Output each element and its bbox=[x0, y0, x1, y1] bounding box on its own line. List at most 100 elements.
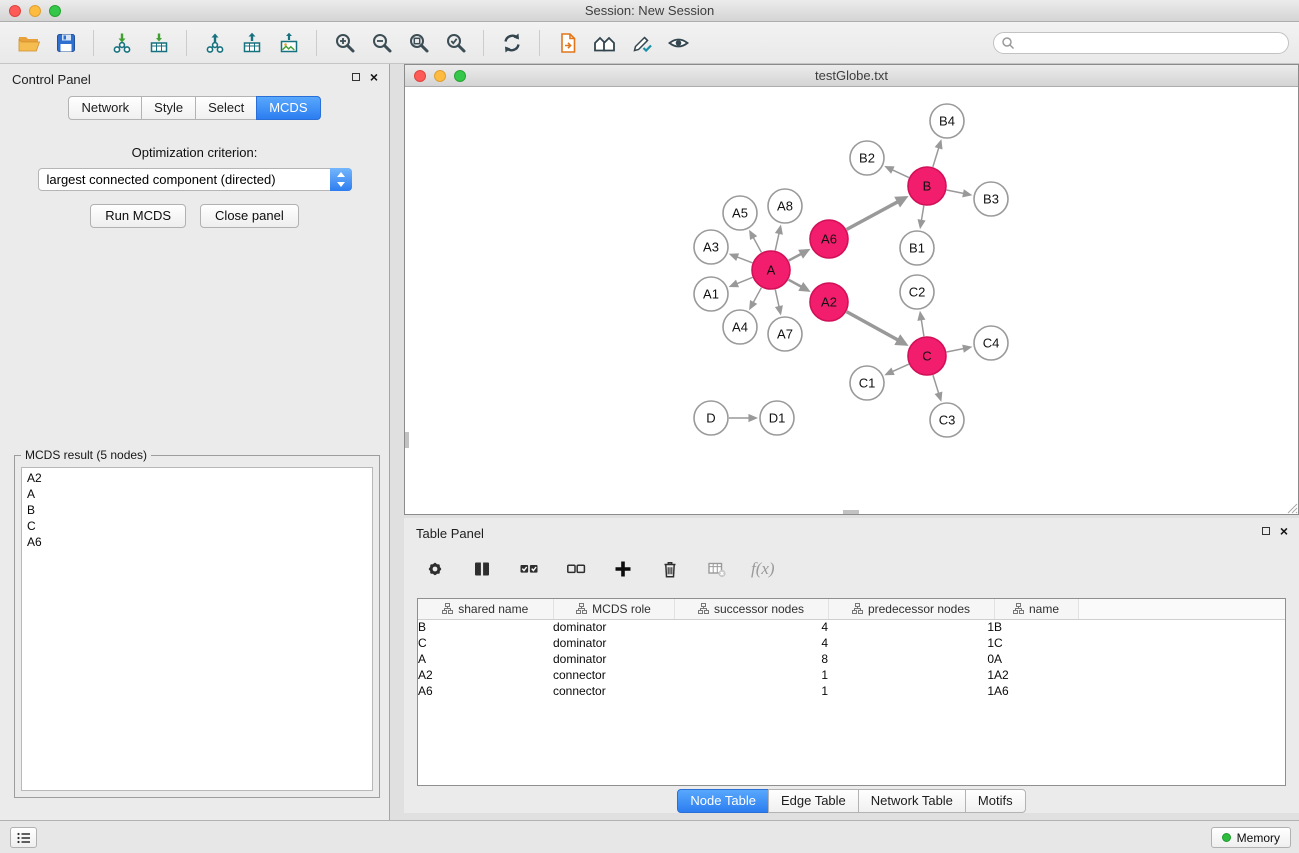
table-row[interactable]: Adominator80A bbox=[418, 651, 1285, 667]
delete-table-button[interactable] bbox=[704, 556, 730, 582]
network-edge[interactable] bbox=[775, 290, 779, 308]
network-edge[interactable] bbox=[921, 206, 923, 221]
table-cell[interactable]: 1 bbox=[828, 635, 994, 651]
network-node-C3[interactable]: C3 bbox=[930, 403, 964, 437]
zoom-fit-button[interactable] bbox=[400, 26, 437, 60]
network-edge[interactable] bbox=[921, 319, 924, 336]
table-cell[interactable]: 4 bbox=[674, 619, 828, 635]
import-network-button[interactable] bbox=[103, 26, 140, 60]
network-node-C2[interactable]: C2 bbox=[900, 275, 934, 309]
table-cell[interactable]: C bbox=[418, 635, 553, 651]
resize-grip-icon[interactable] bbox=[1285, 501, 1298, 514]
network-node-C4[interactable]: C4 bbox=[974, 326, 1008, 360]
save-session-button[interactable] bbox=[47, 26, 84, 60]
table-cell[interactable]: 1 bbox=[828, 683, 994, 699]
select-all-button[interactable] bbox=[516, 556, 542, 582]
table-cell[interactable]: 4 bbox=[674, 635, 828, 651]
function-builder-button[interactable]: f(x) bbox=[751, 556, 775, 582]
table-cell[interactable]: dominator bbox=[553, 619, 674, 635]
network-edge[interactable] bbox=[847, 202, 898, 230]
table-cell[interactable]: A6 bbox=[994, 683, 1078, 699]
network-node-A4[interactable]: A4 bbox=[723, 310, 757, 344]
mcds-result-item[interactable]: A6 bbox=[22, 534, 372, 550]
column-header-predecessor-nodes[interactable]: predecessor nodes bbox=[828, 599, 994, 619]
network-node-B1[interactable]: B1 bbox=[900, 231, 934, 265]
tab-style[interactable]: Style bbox=[141, 96, 196, 120]
mcds-result-item[interactable]: B bbox=[22, 502, 372, 518]
criterion-dropdown[interactable]: largest connected component (directed) bbox=[38, 168, 352, 191]
network-minimize-button[interactable] bbox=[434, 70, 446, 82]
table-row[interactable]: Cdominator41C bbox=[418, 635, 1285, 651]
column-header-successor-nodes[interactable]: successor nodes bbox=[674, 599, 828, 619]
export-table-button[interactable] bbox=[233, 26, 270, 60]
table-cell[interactable]: C bbox=[994, 635, 1078, 651]
network-edge[interactable] bbox=[737, 277, 753, 283]
table-cell[interactable]: 8 bbox=[674, 651, 828, 667]
table-cell[interactable]: 1 bbox=[828, 619, 994, 635]
tab-network-table[interactable]: Network Table bbox=[858, 789, 966, 813]
network-node-A2[interactable]: A2 bbox=[810, 283, 848, 321]
table-cell[interactable]: connector bbox=[553, 667, 674, 683]
network-node-C1[interactable]: C1 bbox=[850, 366, 884, 400]
export-network-button[interactable] bbox=[196, 26, 233, 60]
network-edge[interactable] bbox=[892, 170, 909, 178]
network-canvas[interactable]: B4B2BB3A8A5A6B1A3AC2A1A2A4A7CC4C1C3DD1 bbox=[405, 87, 1298, 514]
zoom-out-button[interactable] bbox=[363, 26, 400, 60]
refresh-network-button[interactable] bbox=[493, 26, 530, 60]
close-table-panel-icon[interactable]: × bbox=[1280, 526, 1288, 536]
table-cell[interactable]: connector bbox=[553, 683, 674, 699]
network-node-B3[interactable]: B3 bbox=[974, 182, 1008, 216]
close-panel-button[interactable]: Close panel bbox=[200, 204, 299, 228]
show-columns-button[interactable] bbox=[469, 556, 495, 582]
minimize-window-button[interactable] bbox=[29, 5, 41, 17]
toggle-details-button[interactable] bbox=[660, 26, 697, 60]
network-node-D1[interactable]: D1 bbox=[760, 401, 794, 435]
mcds-result-list[interactable]: A2ABCA6 bbox=[21, 467, 373, 791]
tab-network[interactable]: Network bbox=[68, 96, 142, 120]
network-view[interactable]: B4B2BB3A8A5A6B1A3AC2A1A2A4A7CC4C1C3DD1 bbox=[405, 87, 1298, 514]
task-history-button[interactable] bbox=[10, 827, 37, 848]
tab-motifs[interactable]: Motifs bbox=[965, 789, 1026, 813]
network-node-A7[interactable]: A7 bbox=[768, 317, 802, 351]
network-node-A6[interactable]: A6 bbox=[810, 220, 848, 258]
network-edge[interactable] bbox=[737, 257, 753, 263]
memory-button[interactable]: Memory bbox=[1211, 827, 1291, 848]
table-settings-button[interactable] bbox=[422, 556, 448, 582]
table-row[interactable]: A2connector11A2 bbox=[418, 667, 1285, 683]
zoom-in-button[interactable] bbox=[326, 26, 363, 60]
delete-column-button[interactable] bbox=[657, 556, 683, 582]
network-close-button[interactable] bbox=[414, 70, 426, 82]
table-cell[interactable]: A2 bbox=[418, 667, 553, 683]
mcds-result-item[interactable]: A2 bbox=[22, 470, 372, 486]
network-node-C[interactable]: C bbox=[908, 337, 946, 375]
network-window-titlebar[interactable]: testGlobe.txt bbox=[405, 65, 1298, 87]
table-cell[interactable]: A6 bbox=[418, 683, 553, 699]
network-edge[interactable] bbox=[753, 288, 761, 303]
network-edge[interactable] bbox=[933, 147, 939, 167]
column-header-shared-name[interactable]: shared name bbox=[418, 599, 553, 619]
bottom-divider-nub[interactable] bbox=[843, 510, 859, 514]
network-node-A3[interactable]: A3 bbox=[694, 230, 728, 264]
table-cell[interactable]: A2 bbox=[994, 667, 1078, 683]
network-edge[interactable] bbox=[947, 190, 964, 194]
network-node-B[interactable]: B bbox=[908, 167, 946, 205]
network-edge[interactable] bbox=[789, 254, 802, 261]
tab-edge-table[interactable]: Edge Table bbox=[768, 789, 859, 813]
style-edit-button[interactable] bbox=[623, 26, 660, 60]
table-row[interactable]: A6connector11A6 bbox=[418, 683, 1285, 699]
import-table-button[interactable] bbox=[140, 26, 177, 60]
network-node-A5[interactable]: A5 bbox=[723, 196, 757, 230]
network-edge[interactable] bbox=[933, 375, 939, 394]
overview-button[interactable] bbox=[586, 26, 623, 60]
network-node-B4[interactable]: B4 bbox=[930, 104, 964, 138]
search-input[interactable] bbox=[993, 32, 1289, 54]
network-edge[interactable] bbox=[847, 312, 899, 340]
network-node-D[interactable]: D bbox=[694, 401, 728, 435]
table-cell[interactable]: A bbox=[994, 651, 1078, 667]
network-edge[interactable] bbox=[892, 364, 909, 371]
left-divider-nub[interactable] bbox=[405, 432, 409, 448]
network-edge[interactable] bbox=[947, 348, 964, 352]
table-cell[interactable]: 1 bbox=[674, 683, 828, 699]
table-cell[interactable]: 1 bbox=[828, 667, 994, 683]
add-column-button[interactable] bbox=[610, 556, 636, 582]
